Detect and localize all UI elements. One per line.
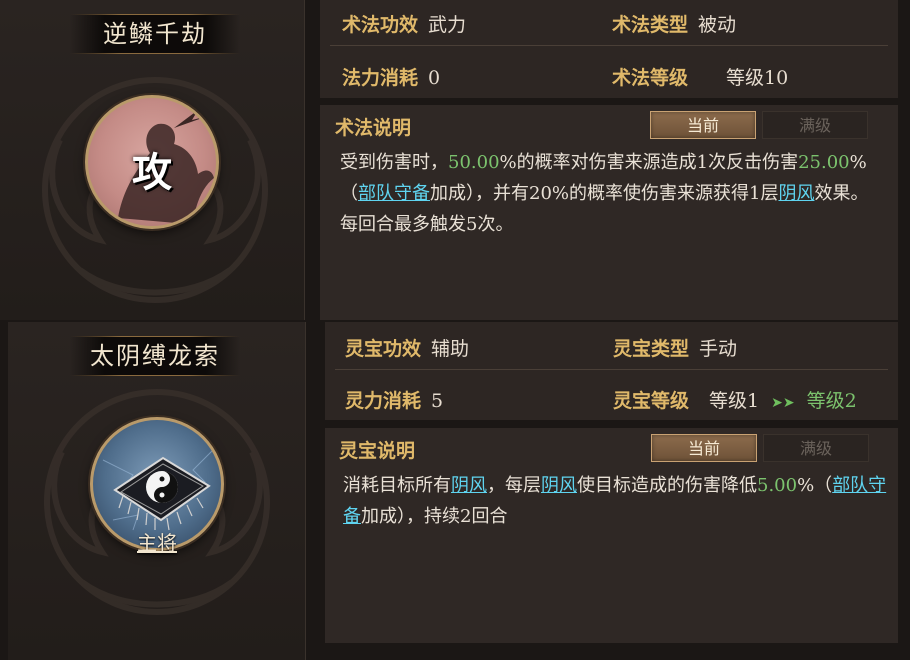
keyword-yinfeng[interactable]: 阴风 <box>451 475 487 496</box>
lingbao-desc-seg: 使目标造成的伤害降低 <box>577 475 757 496</box>
lingbao-desc-seg: 加成），持续2回合 <box>361 506 508 527</box>
lingbao-level-next: 等级2 <box>806 390 857 412</box>
keyword-yinfeng[interactable]: 阴风 <box>541 475 577 496</box>
skill-power-label: 术法功效 <box>342 14 419 36</box>
lingbao-level-label: 灵宝等级 <box>613 390 690 412</box>
lingbao-info-divider <box>335 369 888 370</box>
role-badge: 主将 <box>137 531 177 555</box>
lingbao-type-value: 手动 <box>699 338 738 360</box>
skill-level-row: 术法等级 等级10 <box>612 63 788 90</box>
lingbao-power-value: 辅助 <box>431 338 470 360</box>
skill-desc-panel: 术法说明 当前 满级 受到伤害时，50.00%的概率对伤害来源造成1次反击伤害2… <box>320 105 898 320</box>
skill-type-label: 术法类型 <box>612 14 689 36</box>
lingbao-desc-seg: %（ <box>797 475 833 496</box>
skill-level-label: 术法等级 <box>612 67 689 89</box>
lingbao-cost-value: 5 <box>431 390 444 412</box>
skill-cost-label: 法力消耗 <box>342 67 419 89</box>
skill-power-value: 武力 <box>428 14 467 36</box>
attack-glyph: 攻 <box>132 149 172 196</box>
skill-power-row: 术法功效 武力 <box>342 10 466 37</box>
lingbao-power-row: 灵宝功效 辅助 <box>345 334 469 361</box>
skill-name: 逆鳞千劫 <box>70 14 240 54</box>
damage-reduction-value: 5.00 <box>757 475 798 496</box>
skill-emblem[interactable]: 攻 <box>85 95 219 229</box>
skill-cost-row: 法力消耗 0 <box>342 63 440 90</box>
lingbao-power-label: 灵宝功效 <box>345 338 422 360</box>
keyword-yinfeng[interactable]: 阴风 <box>778 183 814 204</box>
lingbao-desc-panel: 灵宝说明 当前 满级 消耗目标所有阴风，每层阴风使目标造成的伤害降低5.00%（… <box>325 428 898 643</box>
skill-desc-seg: %的概率对伤害来源造成1次反击伤害 <box>499 152 799 173</box>
lingbao-cost-row: 灵力消耗 5 <box>345 386 443 413</box>
skill-cost-value: 0 <box>428 67 441 89</box>
counter-damage-value: 25.00 <box>798 152 850 173</box>
skill-info-divider <box>330 45 888 46</box>
lingbao-level-row: 灵宝等级 等级1 ➤➤ 等级2 <box>613 386 857 413</box>
lingbao-name: 太阴缚龙索 <box>70 336 240 376</box>
lingbao-desc-title: 灵宝说明 <box>339 440 416 462</box>
lingbao-cost-label: 灵力消耗 <box>345 390 422 412</box>
double-arrow-icon: ➤➤ <box>771 395 795 411</box>
skill-tab-max[interactable]: 满级 <box>762 111 868 139</box>
skill-type-row: 术法类型 被动 <box>612 10 736 37</box>
keyword-troop-defense[interactable]: 部队守备 <box>358 183 430 204</box>
skill-card: 逆鳞千劫 攻 <box>0 0 305 320</box>
lingbao-type-label: 灵宝类型 <box>613 338 690 360</box>
lingbao-desc-seg: 消耗目标所有 <box>343 475 451 496</box>
skill-level-value: 等级10 <box>726 67 789 89</box>
skill-desc-text: 受到伤害时，50.00%的概率对伤害来源造成1次反击伤害25.00%（部队守备加… <box>340 147 885 240</box>
skill-info-panel: 术法功效 武力 术法类型 被动 法力消耗 0 术法等级 等级10 <box>320 0 898 98</box>
skill-tab-current[interactable]: 当前 <box>650 111 756 139</box>
lingbao-card: 太阴缚龙索 主将 <box>8 322 306 660</box>
lingbao-desc-seg: ，每层 <box>487 475 541 496</box>
lingbao-info-panel: 灵宝功效 辅助 灵宝类型 手动 灵力消耗 5 灵宝等级 等级1 ➤➤ 等级2 <box>325 322 898 420</box>
lingbao-type-row: 灵宝类型 手动 <box>613 334 737 361</box>
lingbao-desc-text: 消耗目标所有阴风，每层阴风使目标造成的伤害降低5.00%（部队守备加成），持续2… <box>343 470 888 532</box>
lingbao-level-value: 等级1 <box>709 390 760 412</box>
skill-desc-seg: 加成），并有20%的概率使伤害来源获得1层 <box>430 183 779 204</box>
skill-desc-seg: 受到伤害时， <box>340 152 448 173</box>
lingbao-tab-current[interactable]: 当前 <box>651 434 757 462</box>
skill-type-value: 被动 <box>698 14 737 36</box>
skill-desc-title: 术法说明 <box>335 117 412 139</box>
counter-chance-value: 50.00 <box>448 152 500 173</box>
lingbao-tab-max[interactable]: 满级 <box>763 434 869 462</box>
